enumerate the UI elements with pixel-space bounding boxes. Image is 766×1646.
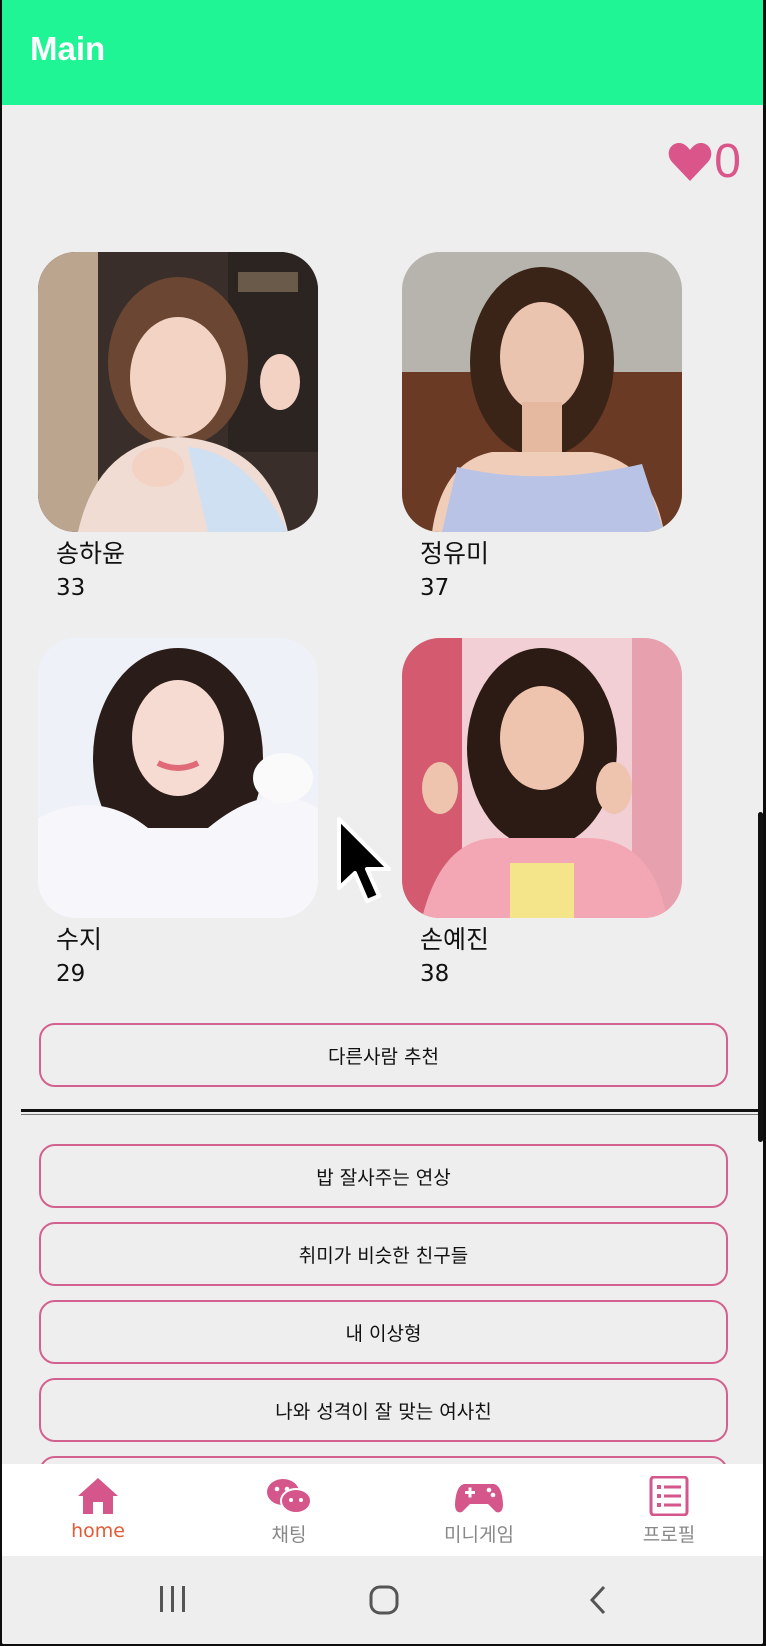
heart-icon bbox=[668, 142, 712, 182]
nav-label-minigame: 미니게임 bbox=[444, 1524, 514, 1546]
recommend-others-button[interactable]: 다른사람 추천 bbox=[39, 1023, 728, 1087]
category-button[interactable]: 나와 성격이 잘 맞는 여사친 bbox=[39, 1378, 728, 1442]
category-button[interactable]: 밥 잘사주는 연상 bbox=[39, 1144, 728, 1208]
scrollbar[interactable] bbox=[758, 812, 763, 1142]
profile-name: 손예진 bbox=[420, 925, 490, 954]
recent-apps-button[interactable] bbox=[157, 1584, 189, 1618]
profile-photo[interactable] bbox=[402, 252, 682, 532]
mouse-cursor-icon bbox=[336, 816, 396, 910]
nav-chat[interactable]: 채팅 bbox=[214, 1464, 364, 1556]
profile-name: 정유미 bbox=[420, 539, 490, 568]
divider-shadow bbox=[21, 1114, 763, 1115]
profile-photo[interactable] bbox=[38, 638, 318, 918]
home-circle-icon bbox=[369, 1585, 399, 1615]
home-icon bbox=[78, 1478, 118, 1514]
profile-card[interactable]: 정유미 37 bbox=[402, 252, 682, 604]
back-chevron-icon bbox=[589, 1585, 606, 1615]
home-system-button[interactable] bbox=[368, 1584, 400, 1620]
category-button[interactable]: 내 이상형 bbox=[39, 1300, 728, 1364]
app-title: Main bbox=[30, 30, 106, 67]
profile-card[interactable]: 송하윤 33 bbox=[38, 252, 318, 604]
list-icon bbox=[649, 1476, 689, 1516]
app-screen: Main 0 송하윤 33 정유미 37 수지 29 손예진 38 다른사람 추… bbox=[2, 0, 763, 1644]
nav-minigame[interactable]: 미니게임 bbox=[404, 1464, 554, 1556]
profile-name: 송하윤 bbox=[56, 539, 126, 568]
nav-label-chat: 채팅 bbox=[271, 1524, 307, 1546]
back-button[interactable] bbox=[586, 1584, 610, 1620]
recent-apps-icon bbox=[160, 1586, 185, 1612]
divider bbox=[21, 1109, 763, 1112]
nav-label-profile: 프로필 bbox=[642, 1524, 696, 1546]
profile-card[interactable]: 수지 29 bbox=[38, 638, 318, 990]
nav-home[interactable]: home bbox=[23, 1464, 173, 1556]
profile-age: 37 bbox=[420, 575, 450, 601]
like-count: 0 bbox=[714, 135, 741, 188]
profile-age: 38 bbox=[420, 961, 450, 987]
chat-icon bbox=[267, 1479, 312, 1514]
profile-photo[interactable] bbox=[38, 252, 318, 532]
profile-name: 수지 bbox=[56, 925, 103, 954]
gamepad-icon bbox=[455, 1484, 503, 1513]
nav-label-home: home bbox=[71, 1520, 125, 1542]
like-counter[interactable]: 0 bbox=[668, 136, 741, 188]
profile-photo[interactable] bbox=[402, 638, 682, 918]
profile-age: 33 bbox=[56, 575, 86, 601]
category-button[interactable]: 취미가 비슷한 친구들 bbox=[39, 1222, 728, 1286]
profile-age: 29 bbox=[56, 961, 86, 987]
nav-profile[interactable]: 프로필 bbox=[594, 1464, 744, 1556]
app-bar: Main bbox=[2, 0, 763, 105]
system-navigation-bar bbox=[2, 1556, 763, 1644]
bottom-navigation: home 채팅 미니게임 프로필 bbox=[2, 1464, 763, 1556]
profile-card[interactable]: 손예진 38 bbox=[402, 638, 682, 990]
